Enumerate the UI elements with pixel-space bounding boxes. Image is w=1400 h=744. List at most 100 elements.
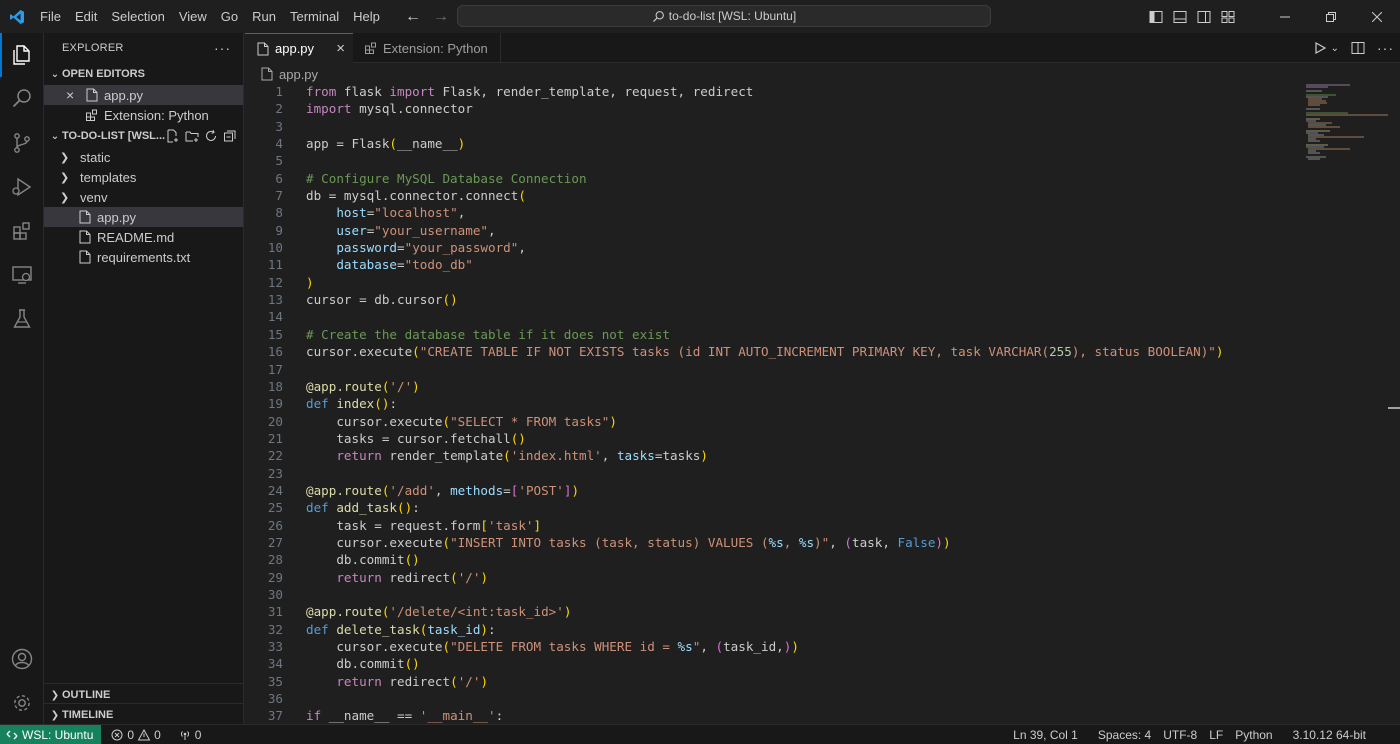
tree-file-app-py[interactable]: app.py bbox=[44, 207, 243, 227]
breadcrumb[interactable]: app.py bbox=[245, 63, 318, 85]
editor-tabs: app.py × Extension: Python ⌄ ··· bbox=[245, 33, 1400, 63]
run-dropdown-chevron-icon[interactable]: ⌄ bbox=[1331, 43, 1339, 54]
refresh-icon[interactable] bbox=[204, 129, 218, 143]
code-line: return redirect('/') bbox=[336, 673, 489, 689]
new-folder-icon[interactable] bbox=[185, 129, 199, 143]
menu-help[interactable]: Help bbox=[346, 0, 387, 33]
cursor-position[interactable]: Ln 39, Col 1 bbox=[1007, 725, 1084, 744]
scrollbar-position-marker[interactable] bbox=[1388, 407, 1400, 409]
close-button[interactable] bbox=[1354, 0, 1400, 33]
open-editor-item-extension-python[interactable]: Extension: Python bbox=[44, 105, 243, 125]
run-python-file-icon[interactable] bbox=[1313, 41, 1327, 55]
line-number: 23 bbox=[267, 465, 283, 481]
close-editor-icon[interactable]: × bbox=[66, 87, 82, 103]
tree-folder-venv[interactable]: ❯ venv bbox=[44, 187, 243, 207]
toggle-secondary-sidebar-icon[interactable] bbox=[1196, 9, 1212, 25]
line-number: 30 bbox=[267, 586, 283, 602]
line-number: 8 bbox=[275, 205, 283, 221]
menu-edit[interactable]: Edit bbox=[68, 0, 104, 33]
timeline-header[interactable]: ❯ TIMELINE bbox=[44, 704, 244, 726]
customize-layout-icon[interactable] bbox=[1220, 9, 1236, 25]
search-icon[interactable] bbox=[0, 77, 44, 121]
minimap[interactable] bbox=[1300, 83, 1390, 724]
code-line: def delete_task(task_id): bbox=[306, 621, 496, 637]
line-number: 31 bbox=[267, 604, 283, 620]
code-line: @app.route('/delete/<int:task_id>') bbox=[306, 604, 572, 620]
menu-go[interactable]: Go bbox=[214, 0, 245, 33]
menu-bar: File Edit Selection View Go Run Terminal… bbox=[33, 0, 387, 33]
remote-indicator[interactable]: WSL: Ubuntu bbox=[0, 724, 102, 744]
line-number: 12 bbox=[267, 274, 283, 290]
remote-explorer-icon[interactable] bbox=[0, 253, 44, 297]
ports-indicator[interactable]: 0 bbox=[173, 725, 208, 744]
restore-button[interactable] bbox=[1308, 0, 1354, 33]
file-icon bbox=[79, 250, 91, 264]
editor-more-actions-icon[interactable]: ··· bbox=[1377, 40, 1394, 56]
code-editor[interactable]: 1 from flask import Flask, render_templat… bbox=[245, 83, 1305, 724]
extensions-icon[interactable] bbox=[0, 209, 44, 253]
menu-file[interactable]: File bbox=[33, 0, 68, 33]
encoding[interactable]: UTF-8 bbox=[1157, 725, 1203, 744]
explorer-icon[interactable] bbox=[0, 33, 44, 77]
line-number: 9 bbox=[275, 222, 283, 238]
line-number: 35 bbox=[267, 673, 283, 689]
toggle-primary-sidebar-icon[interactable] bbox=[1148, 9, 1164, 25]
tree-file-requirements[interactable]: requirements.txt bbox=[44, 247, 243, 267]
toggle-panel-icon[interactable] bbox=[1172, 9, 1188, 25]
line-number: 36 bbox=[267, 691, 283, 707]
tree-folder-templates[interactable]: ❯ templates bbox=[44, 167, 243, 187]
chevron-down-icon: ⌄ bbox=[50, 130, 60, 142]
testing-icon[interactable] bbox=[0, 297, 44, 341]
back-arrow-icon[interactable]: ← bbox=[404, 8, 422, 26]
code-line: user="your_username", bbox=[336, 222, 496, 238]
title-bar: File Edit Selection View Go Run Terminal… bbox=[0, 0, 1400, 33]
extension-icon bbox=[86, 109, 97, 121]
code-line: host="localhost", bbox=[336, 205, 466, 221]
line-number: 2 bbox=[275, 101, 283, 117]
menu-view[interactable]: View bbox=[172, 0, 214, 33]
open-editors-header[interactable]: ⌄ OPEN EDITORS bbox=[44, 63, 243, 85]
line-number: 18 bbox=[267, 378, 283, 394]
python-interpreter[interactable]: 3.10.12 64-bit bbox=[1287, 725, 1372, 744]
accounts-icon[interactable] bbox=[0, 637, 44, 681]
line-number: 37 bbox=[267, 708, 283, 724]
code-line: cursor.execute("INSERT INTO tasks (task,… bbox=[306, 534, 951, 550]
warning-count: 0 bbox=[154, 727, 161, 742]
code-line: return redirect('/') bbox=[336, 569, 489, 585]
open-editor-item-app-py[interactable]: × app.py bbox=[44, 85, 243, 105]
chevron-right-icon: ❯ bbox=[60, 191, 70, 204]
command-center[interactable]: to-do-list [WSL: Ubuntu] bbox=[457, 5, 991, 27]
more-actions-icon[interactable]: ··· bbox=[214, 40, 231, 56]
end-of-line[interactable]: LF bbox=[1203, 725, 1229, 744]
menu-terminal[interactable]: Terminal bbox=[283, 0, 346, 33]
collapse-all-icon[interactable] bbox=[223, 129, 237, 143]
tree-file-readme[interactable]: README.md bbox=[44, 227, 243, 247]
forward-arrow-icon[interactable]: → bbox=[432, 8, 450, 26]
indentation[interactable]: Spaces: 4 bbox=[1092, 725, 1157, 744]
source-control-icon[interactable] bbox=[0, 121, 44, 165]
sidebar-title: EXPLORER bbox=[62, 42, 124, 54]
code-line: def add_task(): bbox=[306, 500, 420, 516]
vscode-logo-icon bbox=[0, 0, 33, 33]
menu-selection[interactable]: Selection bbox=[104, 0, 171, 33]
tab-app-py[interactable]: app.py × bbox=[245, 33, 353, 63]
line-number: 32 bbox=[267, 621, 283, 637]
code-line: cursor = db.cursor() bbox=[306, 292, 458, 308]
split-editor-icon[interactable] bbox=[1351, 41, 1365, 55]
line-number: 17 bbox=[267, 361, 283, 377]
warning-icon bbox=[138, 728, 151, 740]
problems-indicator[interactable]: 0 0 bbox=[105, 725, 166, 744]
close-tab-icon[interactable]: × bbox=[336, 40, 345, 57]
tab-extension-python[interactable]: Extension: Python bbox=[353, 33, 501, 63]
explorer-sidebar: EXPLORER ··· ⌄ OPEN EDITORS × app.py Ext… bbox=[44, 33, 244, 724]
line-number: 14 bbox=[267, 309, 283, 325]
new-file-icon[interactable] bbox=[166, 129, 180, 143]
folder-header[interactable]: ⌄ TO-DO-LIST [WSL... bbox=[44, 125, 243, 147]
language-mode[interactable]: Python bbox=[1229, 725, 1278, 744]
run-and-debug-icon[interactable] bbox=[0, 165, 44, 209]
tree-folder-static[interactable]: ❯ static bbox=[44, 147, 243, 167]
minimize-button[interactable] bbox=[1262, 0, 1308, 33]
settings-gear-icon[interactable] bbox=[0, 681, 44, 725]
line-number: 4 bbox=[275, 136, 283, 152]
menu-run[interactable]: Run bbox=[245, 0, 283, 33]
